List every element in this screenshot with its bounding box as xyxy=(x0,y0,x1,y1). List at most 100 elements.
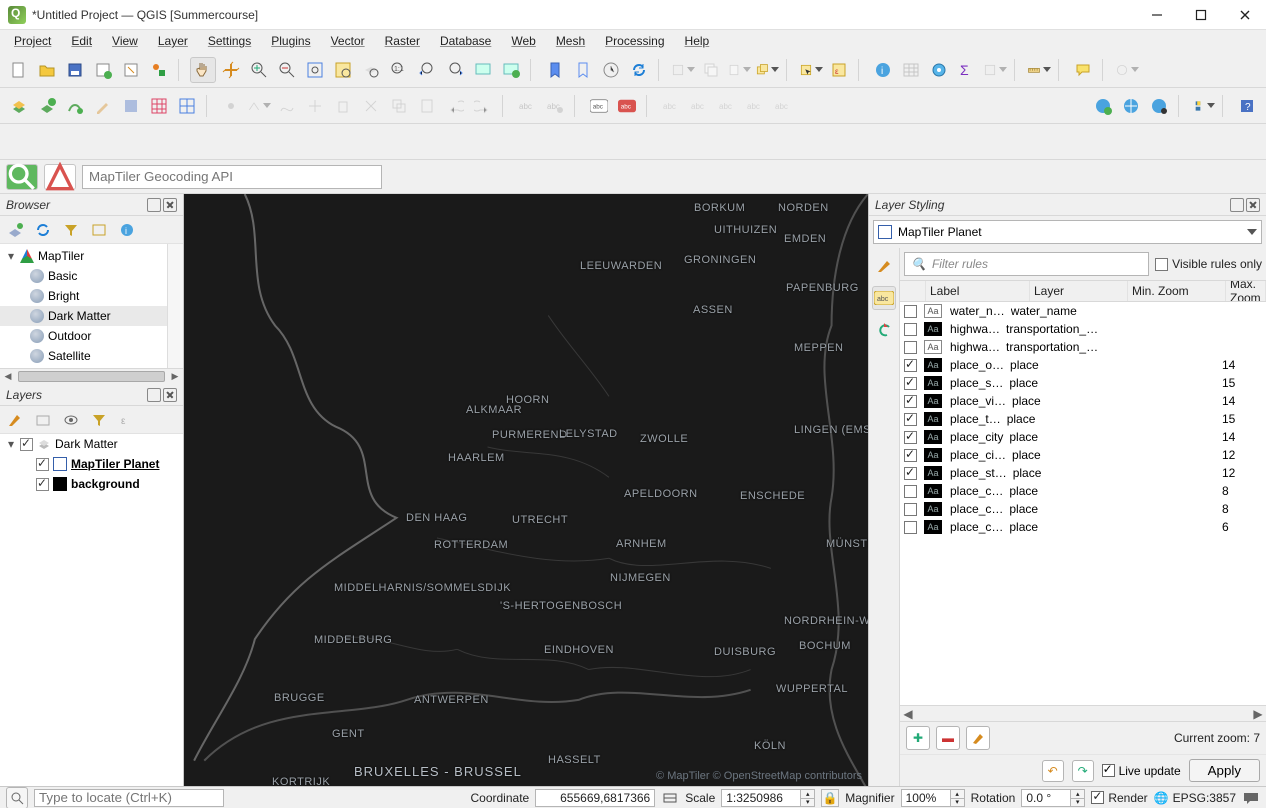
rule-checkbox[interactable] xyxy=(904,503,917,516)
symbology-tab-icon[interactable] xyxy=(872,254,896,278)
label-diagram-toggle-icon[interactable]: abc xyxy=(614,93,640,119)
zoom-to-layer-icon[interactable] xyxy=(358,57,384,83)
undo-style-button[interactable]: ↶ xyxy=(1042,760,1064,782)
add-point-icon[interactable] xyxy=(218,93,244,119)
menu-plugins[interactable]: Plugins xyxy=(263,32,318,50)
add-group-icon[interactable] xyxy=(32,409,54,431)
toolbox-icon[interactable] xyxy=(926,57,952,83)
new-map-view-icon[interactable] xyxy=(470,57,496,83)
zoom-to-selection-icon[interactable] xyxy=(330,57,356,83)
new-geopackage-icon[interactable] xyxy=(34,93,60,119)
statistics-icon[interactable]: Σ xyxy=(954,57,980,83)
abc-tool-c-icon[interactable]: abc xyxy=(714,93,740,119)
window-maximize-button[interactable] xyxy=(1188,5,1214,25)
toggle-extents-icon[interactable] xyxy=(661,789,679,807)
copy-feature-icon[interactable] xyxy=(386,93,412,119)
menu-layer[interactable]: Layer xyxy=(150,32,196,50)
rule-checkbox[interactable] xyxy=(904,467,917,480)
grid-tool-icon[interactable] xyxy=(146,93,172,119)
move-feature-icon[interactable] xyxy=(302,93,328,119)
menu-mesh[interactable]: Mesh xyxy=(548,32,593,50)
undo-icon[interactable] xyxy=(442,93,468,119)
zoom-native-icon[interactable]: 1:1 xyxy=(386,57,412,83)
browser-item[interactable]: Basic xyxy=(48,269,77,283)
live-update-checkbox[interactable]: Live update xyxy=(1102,764,1181,778)
rule-row[interactable]: Aaplace_o…place14 xyxy=(900,356,1266,374)
rule-row[interactable]: Aawater_n…water_name xyxy=(900,302,1266,320)
field-calculator-dropdown-icon[interactable] xyxy=(982,57,1008,83)
layout-manager-icon[interactable] xyxy=(118,57,144,83)
geocoding-input[interactable] xyxy=(82,165,382,189)
coordinate-field[interactable]: 655669,6817366 xyxy=(535,789,655,807)
rule-checkbox[interactable] xyxy=(904,413,917,426)
select-by-value-icon[interactable]: ε xyxy=(826,57,852,83)
zoom-last-icon[interactable] xyxy=(414,57,440,83)
open-data-source-icon[interactable] xyxy=(6,93,32,119)
redo-icon[interactable] xyxy=(470,93,496,119)
scale-lock-icon[interactable]: 🔒 xyxy=(821,789,839,807)
abc-pin-icon[interactable]: abc xyxy=(542,93,568,119)
save-project-icon[interactable] xyxy=(62,57,88,83)
render-checkbox[interactable]: Render xyxy=(1091,791,1147,805)
labels-tab-icon[interactable]: abc xyxy=(872,286,896,310)
browser-item[interactable]: Satellite xyxy=(48,349,91,363)
rule-checkbox[interactable] xyxy=(904,395,917,408)
filter-browser-icon[interactable] xyxy=(60,219,82,241)
layers-panel-header[interactable]: Layers xyxy=(0,384,183,406)
zoom-in-icon[interactable] xyxy=(246,57,272,83)
layer-visibility-checkbox[interactable] xyxy=(36,478,49,491)
crs-button[interactable]: 🌐EPSG:3857 xyxy=(1154,791,1236,805)
menu-vector[interactable]: Vector xyxy=(323,32,373,50)
rule-row[interactable]: Aaplace_st…place12 xyxy=(900,464,1266,482)
expression-filter-dropdown-icon[interactable]: ε xyxy=(116,409,138,431)
label-toolbar-abc-icon[interactable]: abc xyxy=(586,93,612,119)
add-layer-icon[interactable] xyxy=(4,219,26,241)
pan-map-icon[interactable] xyxy=(190,57,216,83)
close-icon[interactable] xyxy=(163,388,177,402)
rule-row[interactable]: Aaplace_vi…place14 xyxy=(900,392,1266,410)
style-layer-icon[interactable] xyxy=(4,409,26,431)
rule-row[interactable]: Aaplace_c…place8 xyxy=(900,482,1266,500)
rule-row[interactable]: Aaplace_c…place8 xyxy=(900,500,1266,518)
map-canvas[interactable]: BORKUMNORDENUITHUIZENEMDENLEEUWARDENGRON… xyxy=(184,194,868,786)
pan-to-selection-icon[interactable] xyxy=(218,57,244,83)
refresh-browser-icon[interactable] xyxy=(32,219,54,241)
layers-tree[interactable]: ▾Dark Matter MapTiler Planet background xyxy=(0,434,183,786)
rule-checkbox[interactable] xyxy=(904,305,917,318)
collapse-all-icon[interactable] xyxy=(88,219,110,241)
rule-checkbox[interactable] xyxy=(904,377,917,390)
browser-scrollbar[interactable] xyxy=(167,244,183,368)
filter-rules-input[interactable]: 🔍 Filter rules xyxy=(904,252,1149,276)
rotation-field[interactable]: 0.0 °▴▾ xyxy=(1021,789,1085,807)
menu-settings[interactable]: Settings xyxy=(200,32,259,50)
rules-h-scroll[interactable]: ◀▶ xyxy=(900,705,1266,721)
messages-icon[interactable] xyxy=(1242,789,1260,807)
rule-row[interactable]: Aahighwa…transportation_… xyxy=(900,320,1266,338)
browser-tree[interactable]: ▾MapTiler Basic Bright Dark Matter Outdo… xyxy=(0,244,167,368)
paste-features-dropdown-icon[interactable] xyxy=(726,57,752,83)
rule-row[interactable]: Aaplace_cityplace14 xyxy=(900,428,1266,446)
layer-styling-layer-combo[interactable]: MapTiler Planet xyxy=(873,220,1262,244)
rule-checkbox[interactable] xyxy=(904,521,917,534)
open-project-icon[interactable] xyxy=(34,57,60,83)
redo-style-button[interactable]: ↷ xyxy=(1072,760,1094,782)
attribute-table-icon[interactable] xyxy=(898,57,924,83)
close-icon[interactable] xyxy=(1246,198,1260,212)
browser-h-scroll[interactable]: ◀▶ xyxy=(0,368,183,384)
layer-visibility-checkbox[interactable] xyxy=(36,458,49,471)
measure-dropdown-icon[interactable] xyxy=(1026,57,1052,83)
close-icon[interactable] xyxy=(163,198,177,212)
group-visibility-checkbox[interactable] xyxy=(20,438,33,451)
vertex-tool-dropdown-icon[interactable] xyxy=(246,93,272,119)
rule-row[interactable]: Aaplace_s…place15 xyxy=(900,374,1266,392)
menu-project[interactable]: Project xyxy=(6,32,59,50)
rule-checkbox[interactable] xyxy=(904,485,917,498)
abc-tool-a-icon[interactable]: abc xyxy=(658,93,684,119)
zoom-out-icon[interactable] xyxy=(274,57,300,83)
menu-edit[interactable]: Edit xyxy=(63,32,100,50)
copy-features-icon[interactable] xyxy=(698,57,724,83)
browser-panel-header[interactable]: Browser xyxy=(0,194,183,216)
dock-icon[interactable] xyxy=(147,388,161,402)
add-vector-icon[interactable] xyxy=(62,93,88,119)
rule-row[interactable]: Aaplace_ci…place12 xyxy=(900,446,1266,464)
